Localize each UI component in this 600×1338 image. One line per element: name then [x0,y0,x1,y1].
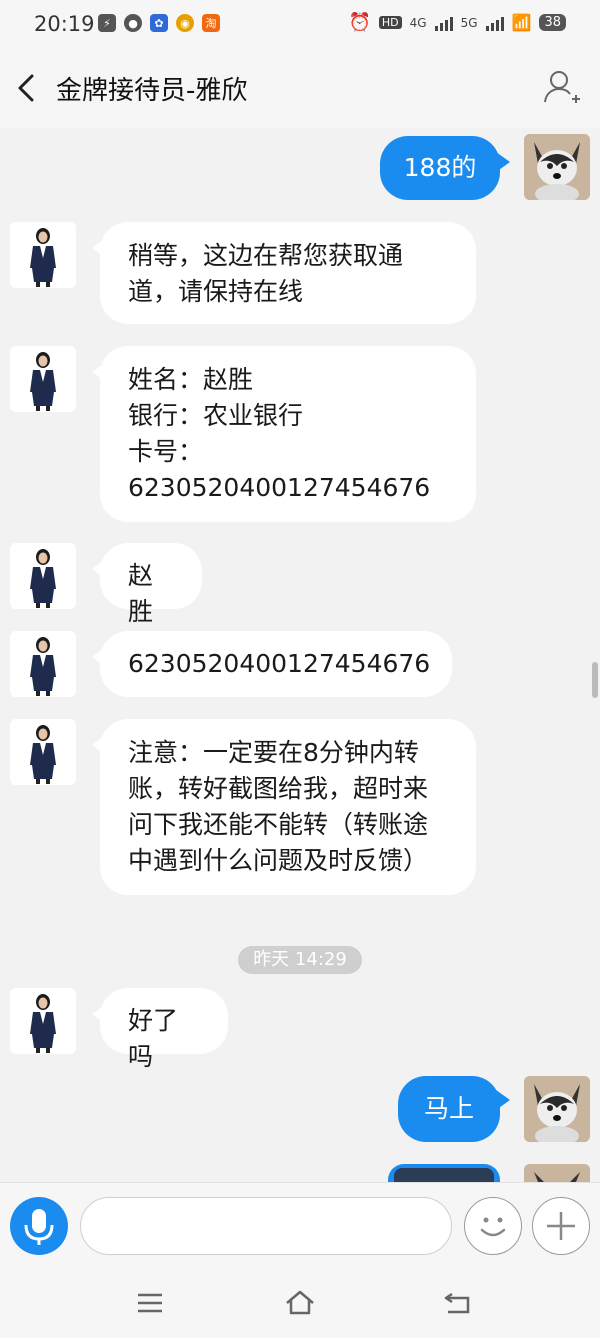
voice-input-button[interactable] [10,1197,68,1255]
agent-avatar[interactable] [10,988,76,1054]
recent-apps-button[interactable] [134,1288,166,1318]
husky-dog-avatar-icon [524,1076,590,1142]
hd-icon: HD [378,16,402,29]
message-input-bar [0,1182,600,1268]
more-options-button[interactable] [532,1197,590,1255]
plus-icon [547,1212,575,1240]
agent-avatar[interactable] [10,631,76,697]
message-bubble[interactable]: 188的 [380,136,500,200]
emoji-button[interactable] [464,1197,522,1255]
my-avatar[interactable] [524,1164,590,1182]
message-line: 问下我还能不能转（转账途 [128,810,429,839]
message-line: 姓名：赵胜 [128,365,254,394]
businesswoman-avatar-icon [10,988,76,1054]
husky-dog-avatar-icon [524,1164,590,1182]
back-icon [444,1292,470,1314]
message-bubble[interactable]: 好了吗 [100,988,228,1071]
agent-avatar[interactable] [10,222,76,288]
battery-level: 38 [539,14,566,31]
message-line: 稍等，这边在帮您获取通 [128,241,404,270]
message-text-input[interactable] [80,1197,452,1255]
husky-dog-avatar-icon [524,134,590,200]
network-5g-label: 5G [460,15,478,30]
businesswoman-avatar-icon [10,719,76,785]
message-line: 6230520400127454676 [128,473,431,502]
chat-header: 金牌接待员-雅欣 [0,48,600,128]
timestamp-chip: 昨天 14:29 [238,946,362,974]
network-4g-label: 4G [409,15,427,30]
alarm-icon: ⏰ [348,12,371,33]
message-bubble[interactable]: 姓名：赵胜 银行：农业银行 卡号： 6230520400127454676 [100,346,476,522]
wifi-icon: 📶 [511,13,532,32]
agent-avatar[interactable] [10,719,76,785]
message-bubble[interactable]: 赵胜 [100,543,202,626]
menu-icon [138,1293,162,1313]
message-app-icon: ● [124,14,142,32]
message-line: 账，转好截图给我，超时来 [128,774,429,803]
message-bubble[interactable]: 注意：一定要在8分钟内转 账，转好截图给我，超时来 问下我还能不能转（转账途 中… [100,719,476,895]
agent-avatar[interactable] [10,543,76,609]
message-bubble[interactable]: 马上 [398,1076,500,1142]
businesswoman-avatar-icon [10,631,76,697]
businesswoman-avatar-icon [10,222,76,288]
status-bar: 20:19 ⚡ ● ✿ ◉ 淘 ⏰ HD 4G 5G 📶 38 [0,0,600,48]
browser-app-icon: ◉ [176,14,194,32]
message-line: 卡号： [128,437,204,466]
back-nav-button[interactable] [442,1288,474,1318]
smiley-icon [480,1217,506,1237]
flash-app-icon: ⚡ [98,14,116,32]
home-icon [286,1290,314,1315]
status-indicators: ⏰ HD 4G 5G 📶 38 [348,12,566,33]
microphone-icon [24,1209,54,1245]
message-line: 注意：一定要在8分钟内转 [128,738,419,767]
baidu-app-icon: ✿ [150,14,168,32]
scroll-indicator[interactable] [592,662,598,698]
message-bubble[interactable]: 6230520400127454676 [100,631,452,697]
message-line: 银行：农业银行 [128,401,304,430]
back-button[interactable] [12,68,44,108]
add-person-icon [544,71,580,103]
businesswoman-avatar-icon [10,543,76,609]
image-message-thumbnail[interactable] [388,1164,500,1182]
agent-avatar[interactable] [10,346,76,412]
my-avatar[interactable] [524,1076,590,1142]
businesswoman-avatar-icon [10,346,76,412]
status-time: 20:19 [34,12,95,36]
chat-title: 金牌接待员-雅欣 [56,76,248,106]
signal-icon [434,15,453,31]
message-line: 中遇到什么问题及时反馈） [128,846,429,875]
system-navigation-bar [0,1268,600,1338]
chat-message-list[interactable]: 188的 稍等，这边在帮您获取通 道，请保持在线 姓名：赵胜 银行：农业银行 卡… [0,128,600,1182]
back-arrow-icon [18,74,34,102]
my-avatar[interactable] [524,134,590,200]
message-bubble[interactable]: 稍等，这边在帮您获取通 道，请保持在线 [100,222,476,324]
message-line: 道，请保持在线 [128,277,304,306]
signal-icon [485,15,504,31]
home-button[interactable] [284,1288,316,1318]
add-contact-button[interactable] [542,68,582,108]
status-app-icons: ⚡ ● ✿ ◉ 淘 [98,14,220,32]
taobao-app-icon: 淘 [202,14,220,32]
